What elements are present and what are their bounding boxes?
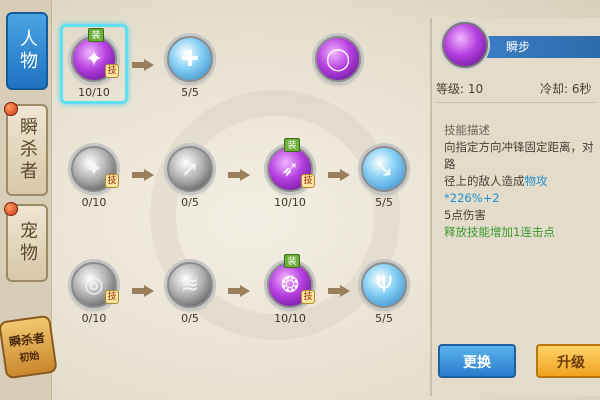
skill-count: 10/10 — [78, 86, 110, 99]
class-sub: 初始 — [18, 350, 41, 365]
skill-count: 5/5 — [375, 312, 393, 325]
skill-description: 技能描述 向指定方向冲锋固定距离，对路 径上的敌人造成物攻*226%+2 5点伤… — [444, 122, 600, 241]
skill-node[interactable]: ➶ 装 技 10/10 — [264, 138, 316, 209]
skill-cooldown: 冷却: 6秒 — [540, 80, 592, 97]
skill-level: 等级: 10 — [436, 80, 483, 97]
skill-node[interactable]: ❂ 装 技 10/10 — [264, 254, 316, 325]
skill-count: 5/5 — [375, 196, 393, 209]
cooldown-value: 6秒 — [571, 82, 592, 96]
arrow-right-icon — [132, 59, 154, 71]
skill-badge: 技 — [301, 174, 315, 188]
skill-node[interactable]: ◎ 技 0/10 — [68, 262, 120, 325]
gray-slash-icon: ✦ 技 — [71, 146, 119, 192]
purple-dash-icon: ➶ 装 技 — [267, 138, 315, 192]
skill-count: 5/5 — [181, 86, 199, 99]
skill-node[interactable]: ↘ 5/5 — [358, 146, 410, 209]
game-window: 人物 瞬杀者 宠物 瞬杀者 初始 ✦ 装 技 10/10 ✚ 5/5 ◯ ✦ 技… — [0, 0, 600, 400]
arrow-right-icon — [228, 285, 250, 297]
equip-badge: 装 — [284, 254, 300, 268]
arrow-right-icon — [132, 285, 154, 297]
arrow-down-icon: ↘ — [361, 146, 407, 192]
upgrade-button[interactable]: 升级 — [536, 344, 600, 378]
purple-slash-icon: ✦ 装 技 — [71, 28, 119, 82]
description-title: 技能描述 — [444, 123, 490, 137]
skill-badge: 技 — [301, 290, 315, 304]
skill-badge: 技 — [105, 290, 119, 304]
notification-dot — [4, 102, 18, 116]
tab-character-label: 人物 — [17, 29, 38, 73]
cursor-plus-icon: ➚ — [167, 146, 213, 192]
equip-badge: 装 — [284, 138, 300, 152]
skill-node[interactable]: ➚ 0/5 — [164, 146, 216, 209]
purple-vortex-icon: ❂ 装 技 — [267, 254, 315, 308]
skill-count: 10/10 — [274, 196, 306, 209]
skill-count: 0/5 — [181, 312, 199, 325]
description-line: 5点伤害 — [444, 208, 486, 222]
tab-character[interactable]: 人物 — [6, 12, 48, 90]
skill-node[interactable]: Ψ 5/5 — [358, 262, 410, 325]
skill-count: 0/10 — [81, 196, 107, 209]
skill-count: 0/5 — [181, 196, 199, 209]
skill-badge: 技 — [105, 174, 119, 188]
cooldown-label: 冷却: — [540, 82, 569, 96]
skill-count: 0/10 — [81, 312, 107, 325]
selected-skill-icon — [442, 22, 488, 68]
skill-node[interactable]: ◯ — [312, 36, 364, 86]
tab-assassin[interactable]: 瞬杀者 — [4, 102, 48, 196]
arrow-right-icon — [328, 169, 350, 181]
skill-count: 10/10 — [274, 312, 306, 325]
skill-node[interactable]: ✦ 装 技 10/10 — [68, 28, 120, 99]
equip-badge: 装 — [88, 28, 104, 42]
tab-assassin-label: 瞬杀者 — [17, 117, 38, 183]
feather-icon: ≋ — [167, 262, 213, 308]
skill-node[interactable]: ≋ 0/5 — [164, 262, 216, 325]
tab-pet-label: 宠物 — [17, 221, 38, 265]
notification-dot — [4, 202, 18, 216]
bonus-effect: 释放技能增加1连击点 — [444, 225, 555, 239]
change-button[interactable]: 更换 — [438, 344, 516, 378]
level-label: 等级: — [436, 82, 465, 96]
boot-plus-icon: ✚ — [167, 36, 213, 82]
side-tabs: 人物 瞬杀者 宠物 瞬杀者 初始 — [0, 0, 58, 400]
divider — [436, 102, 596, 103]
skill-badge: 技 — [105, 64, 119, 78]
skill-name: 瞬步 — [486, 36, 600, 58]
purple-ring-icon: ◯ — [315, 36, 361, 82]
description-line: 径上的敌人造成 — [444, 174, 525, 188]
arrow-right-icon — [228, 169, 250, 181]
description-line: 向指定方向冲锋固定距离，对路 — [444, 140, 594, 171]
gray-swirl-icon: ◎ 技 — [71, 262, 119, 308]
skill-detail-panel: 瞬步 等级: 10 冷却: 6秒 技能描述 向指定方向冲锋固定距离，对路 径上的… — [430, 18, 600, 396]
class-badge[interactable]: 瞬杀者 初始 — [0, 314, 58, 380]
level-value: 10 — [467, 82, 484, 96]
skill-header: 瞬步 — [442, 22, 600, 78]
skill-node[interactable]: ✚ 5/5 — [164, 36, 216, 99]
tab-pet[interactable]: 宠物 — [4, 202, 48, 282]
skill-node[interactable]: ✦ 技 0/10 — [68, 146, 120, 209]
arrow-right-icon — [328, 285, 350, 297]
arrow-right-icon — [132, 169, 154, 181]
trident-icon: Ψ — [361, 262, 407, 308]
